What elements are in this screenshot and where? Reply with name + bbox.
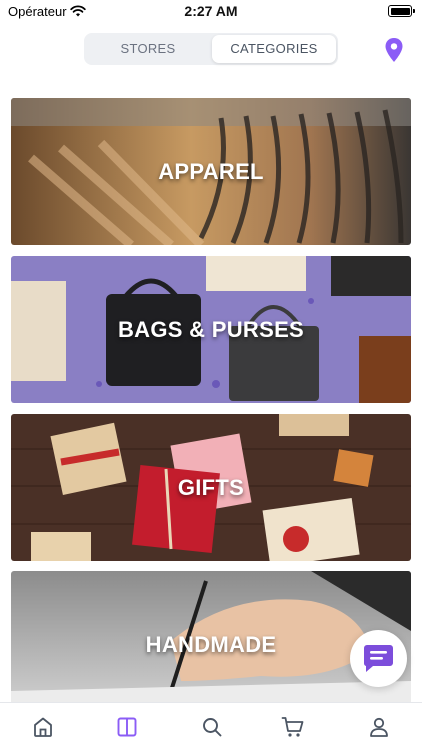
category-label: APPAREL <box>158 158 264 184</box>
profile-icon[interactable] <box>367 715 391 739</box>
bottom-tab-bar <box>0 702 422 750</box>
category-label: GIFTS <box>177 474 245 500</box>
category-tile-handmade[interactable]: HANDMADE <box>11 571 411 718</box>
map-pin-icon[interactable] <box>385 38 403 62</box>
stores-categories-toggle: STORES CATEGORIES <box>84 33 338 65</box>
tab-categories[interactable]: CATEGORIES <box>212 35 336 63</box>
tab-stores[interactable]: STORES <box>86 35 210 63</box>
search-icon[interactable] <box>200 715 224 739</box>
cart-icon[interactable] <box>281 715 305 739</box>
category-tile-bags-purses[interactable]: BAGS & PURSES <box>11 256 411 403</box>
category-label: BAGS & PURSES <box>117 316 305 342</box>
home-icon[interactable] <box>31 715 55 739</box>
clock: 2:27 AM <box>184 3 238 19</box>
chat-button[interactable] <box>350 630 407 687</box>
status-bar: Opérateur 2:27 AM <box>0 0 422 24</box>
chat-bubble-icon <box>363 645 393 672</box>
category-tile-gifts[interactable]: GIFTS <box>11 414 411 561</box>
category-tile-apparel[interactable]: APPAREL <box>11 98 411 245</box>
battery-icon <box>388 5 415 17</box>
categories-icon[interactable] <box>115 715 139 739</box>
